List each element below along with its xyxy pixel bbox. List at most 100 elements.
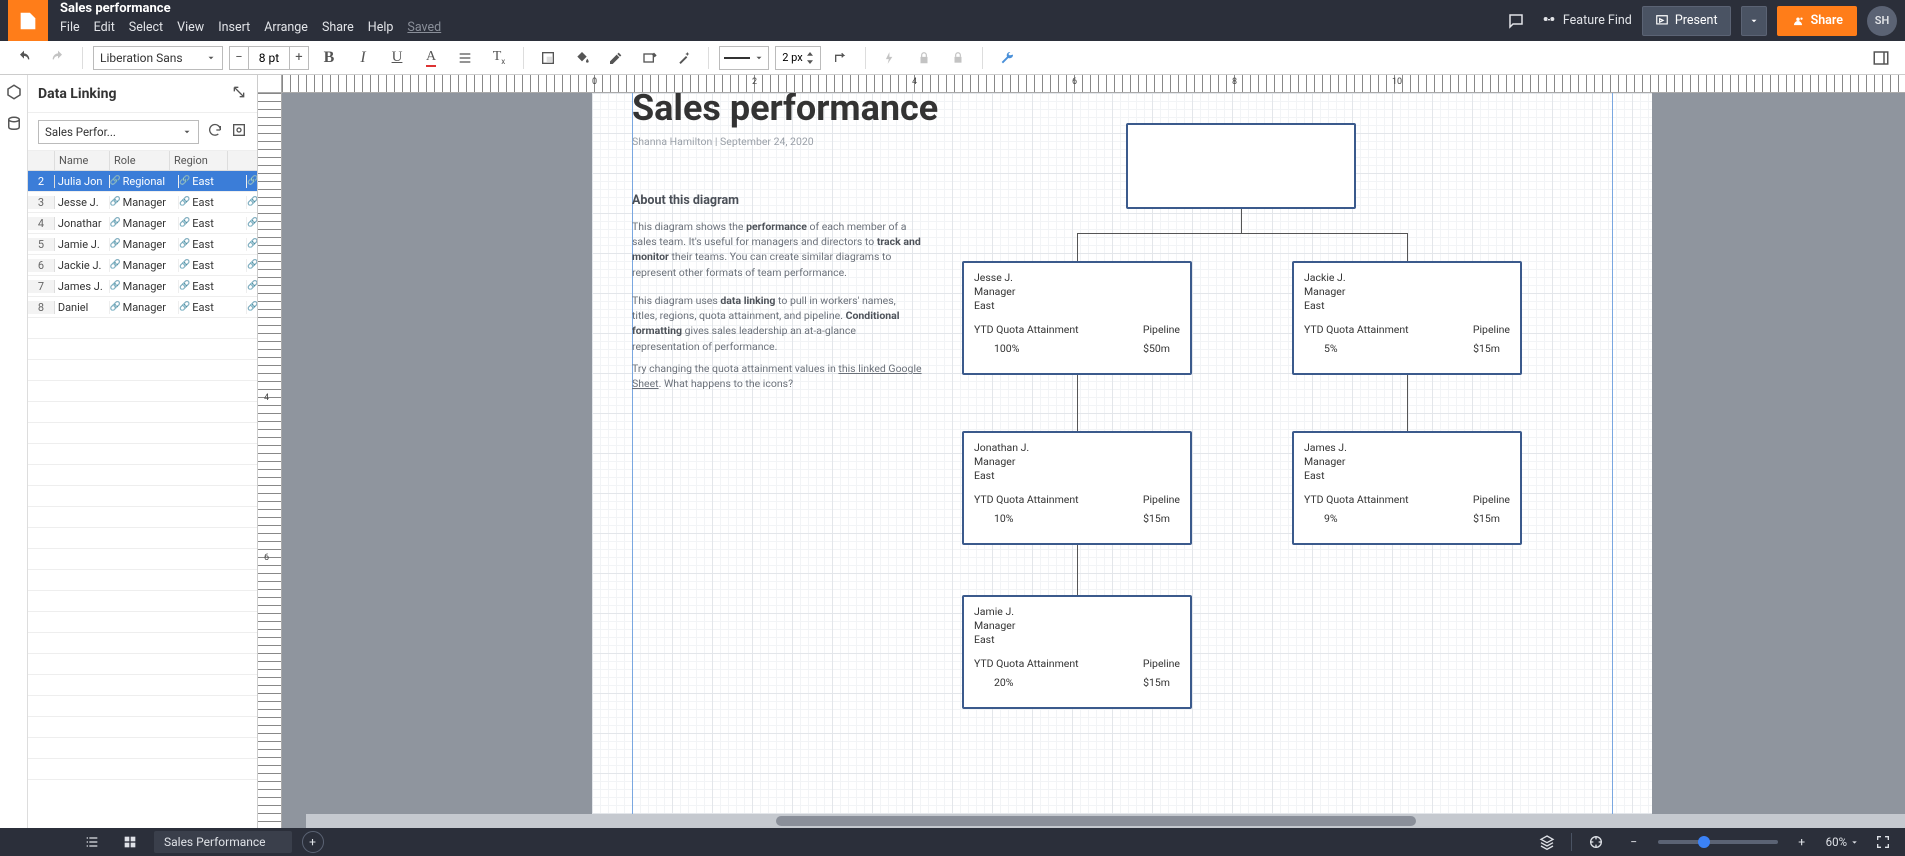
menu-share[interactable]: Share xyxy=(322,20,354,35)
menu-arrange[interactable]: Arrange xyxy=(264,20,308,35)
saved-status[interactable]: Saved xyxy=(407,20,441,35)
font-size-decrease[interactable]: − xyxy=(229,46,249,70)
cell-name[interactable]: Jamie J. xyxy=(55,238,110,251)
zoom-out-button[interactable]: − xyxy=(1620,828,1648,856)
panels-button[interactable] xyxy=(1867,44,1895,72)
org-root-box[interactable] xyxy=(1126,123,1356,209)
sheet-select[interactable]: Sales Perfor... xyxy=(38,120,199,144)
about-para-2[interactable]: This diagram uses data linking to pull i… xyxy=(632,293,922,354)
diagram-page[interactable]: Sales performance Shanna Hamilton | Sept… xyxy=(592,93,1652,828)
redo-button[interactable] xyxy=(44,44,72,72)
data-linking-button[interactable] xyxy=(3,113,25,135)
clear-format-button[interactable]: Tx xyxy=(485,44,513,72)
menu-file[interactable]: File xyxy=(60,20,80,35)
undo-button[interactable] xyxy=(10,44,38,72)
cell-region[interactable]: East xyxy=(189,301,247,314)
table-row[interactable]: 3 Jesse J.🔗 Manager🔗 East🔗 xyxy=(28,192,257,213)
cell-name[interactable]: Julia Jon xyxy=(55,175,110,188)
line-style-select[interactable] xyxy=(719,46,769,70)
feature-find[interactable]: Feature Find xyxy=(1541,13,1632,29)
menu-select[interactable]: Select xyxy=(129,20,163,35)
zoom-in-button[interactable]: + xyxy=(1788,828,1816,856)
canvas-horizontal-scrollbar[interactable] xyxy=(306,814,1905,828)
about-para-3[interactable]: Try changing the quota attainment values… xyxy=(632,361,922,391)
menu-view[interactable]: View xyxy=(177,20,204,35)
org-card[interactable]: James J. Manager East YTD Quota Attainme… xyxy=(1292,431,1522,545)
cell-region[interactable]: East xyxy=(189,196,247,209)
col-region[interactable]: Region xyxy=(170,151,228,170)
table-row[interactable]: 7 James J.🔗 Manager🔗 East🔗 xyxy=(28,276,257,297)
zoom-fit-button[interactable] xyxy=(1582,828,1610,856)
share-button[interactable]: Share xyxy=(1777,6,1857,36)
cell-name[interactable]: Jesse J. xyxy=(55,196,110,209)
border-color-button[interactable] xyxy=(602,44,630,72)
present-dropdown[interactable] xyxy=(1741,6,1767,36)
font-size-value[interactable]: 8 pt xyxy=(249,46,289,70)
present-button[interactable]: Present xyxy=(1642,6,1731,36)
user-avatar[interactable]: SH xyxy=(1867,6,1897,36)
doc-title[interactable]: Sales performance xyxy=(60,2,441,16)
table-row[interactable]: 2 Julia Jon🔗 Regional🔗 East🔗 xyxy=(28,171,257,192)
line-width-stepper[interactable]: 2 px xyxy=(775,46,821,70)
org-card[interactable]: Jackie J. Manager East YTD Quota Attainm… xyxy=(1292,261,1522,375)
cell-role[interactable]: Regional xyxy=(120,175,180,188)
lock2-button[interactable] xyxy=(944,44,972,72)
font-size-increase[interactable]: + xyxy=(289,46,309,70)
cell-role[interactable]: Manager xyxy=(120,238,180,251)
about-heading[interactable]: About this diagram xyxy=(632,193,739,208)
page-tab[interactable]: Sales Performance xyxy=(154,831,292,853)
shape-library-button[interactable] xyxy=(3,81,25,103)
cell-role[interactable]: Manager xyxy=(120,301,180,314)
cell-region[interactable]: East xyxy=(189,238,247,251)
table-row[interactable]: 5 Jamie J.🔗 Manager🔗 East🔗 xyxy=(28,234,257,255)
menu-help[interactable]: Help xyxy=(368,20,394,35)
shape-fill-button[interactable] xyxy=(534,44,562,72)
data-grid[interactable]: Name Role Region 2 Julia Jon🔗 Regional🔗 … xyxy=(28,151,257,828)
cell-role[interactable]: Manager xyxy=(120,259,180,272)
cell-role[interactable]: Manager xyxy=(120,217,180,230)
table-row[interactable]: 4 Jonathar🔗 Manager🔗 East🔗 xyxy=(28,213,257,234)
canvas[interactable]: 0246810 46 Sales performance Shanna Hami… xyxy=(258,75,1905,828)
comments-icon[interactable] xyxy=(1501,6,1531,36)
menu-edit[interactable]: Edit xyxy=(94,20,115,35)
cell-name[interactable]: Jackie J. xyxy=(55,259,110,272)
line-routing-button[interactable] xyxy=(827,44,855,72)
wrench-button[interactable] xyxy=(993,44,1021,72)
org-card[interactable]: Jamie J. Manager East YTD Quota Attainme… xyxy=(962,595,1192,709)
cell-name[interactable]: Jonathar xyxy=(55,217,110,230)
lock-button[interactable] xyxy=(910,44,938,72)
add-page-button[interactable]: + xyxy=(302,831,324,853)
fill-color-button[interactable] xyxy=(568,44,596,72)
cell-role[interactable]: Manager xyxy=(120,280,180,293)
table-row[interactable]: 8 Daniel🔗 Manager🔗 East🔗 xyxy=(28,297,257,318)
underline-button[interactable]: U xyxy=(383,44,411,72)
table-row[interactable]: 6 Jackie J.🔗 Manager🔗 East🔗 xyxy=(28,255,257,276)
refresh-icon[interactable] xyxy=(207,122,223,142)
page-title[interactable]: Sales performance xyxy=(632,93,938,129)
canvas-surface[interactable]: Sales performance Shanna Hamilton | Sept… xyxy=(282,93,1905,828)
layers-icon[interactable] xyxy=(1533,828,1561,856)
cell-name[interactable]: Daniel xyxy=(55,301,110,314)
fullscreen-button[interactable] xyxy=(1869,828,1897,856)
italic-button[interactable]: I xyxy=(349,44,377,72)
bolt-button[interactable] xyxy=(876,44,904,72)
col-name[interactable]: Name xyxy=(55,151,110,170)
cell-name[interactable]: James J. xyxy=(55,280,110,293)
zoom-slider[interactable] xyxy=(1658,840,1778,844)
cell-region[interactable]: East xyxy=(189,175,247,188)
cell-region[interactable]: East xyxy=(189,259,247,272)
cell-region[interactable]: East xyxy=(189,280,247,293)
zoom-value[interactable]: 60% xyxy=(1826,835,1859,849)
align-button[interactable] xyxy=(451,44,479,72)
shape-style-button[interactable] xyxy=(636,44,664,72)
outline-view-button[interactable] xyxy=(78,828,106,856)
settings-icon[interactable] xyxy=(231,122,247,142)
page-meta[interactable]: Shanna Hamilton | September 24, 2020 xyxy=(632,135,814,148)
app-logo[interactable] xyxy=(8,0,48,41)
cell-role[interactable]: Manager xyxy=(120,196,180,209)
menu-insert[interactable]: Insert xyxy=(218,20,250,35)
cell-region[interactable]: East xyxy=(189,217,247,230)
magic-button[interactable] xyxy=(670,44,698,72)
org-card[interactable]: Jesse J. Manager East YTD Quota Attainme… xyxy=(962,261,1192,375)
col-role[interactable]: Role xyxy=(110,151,170,170)
